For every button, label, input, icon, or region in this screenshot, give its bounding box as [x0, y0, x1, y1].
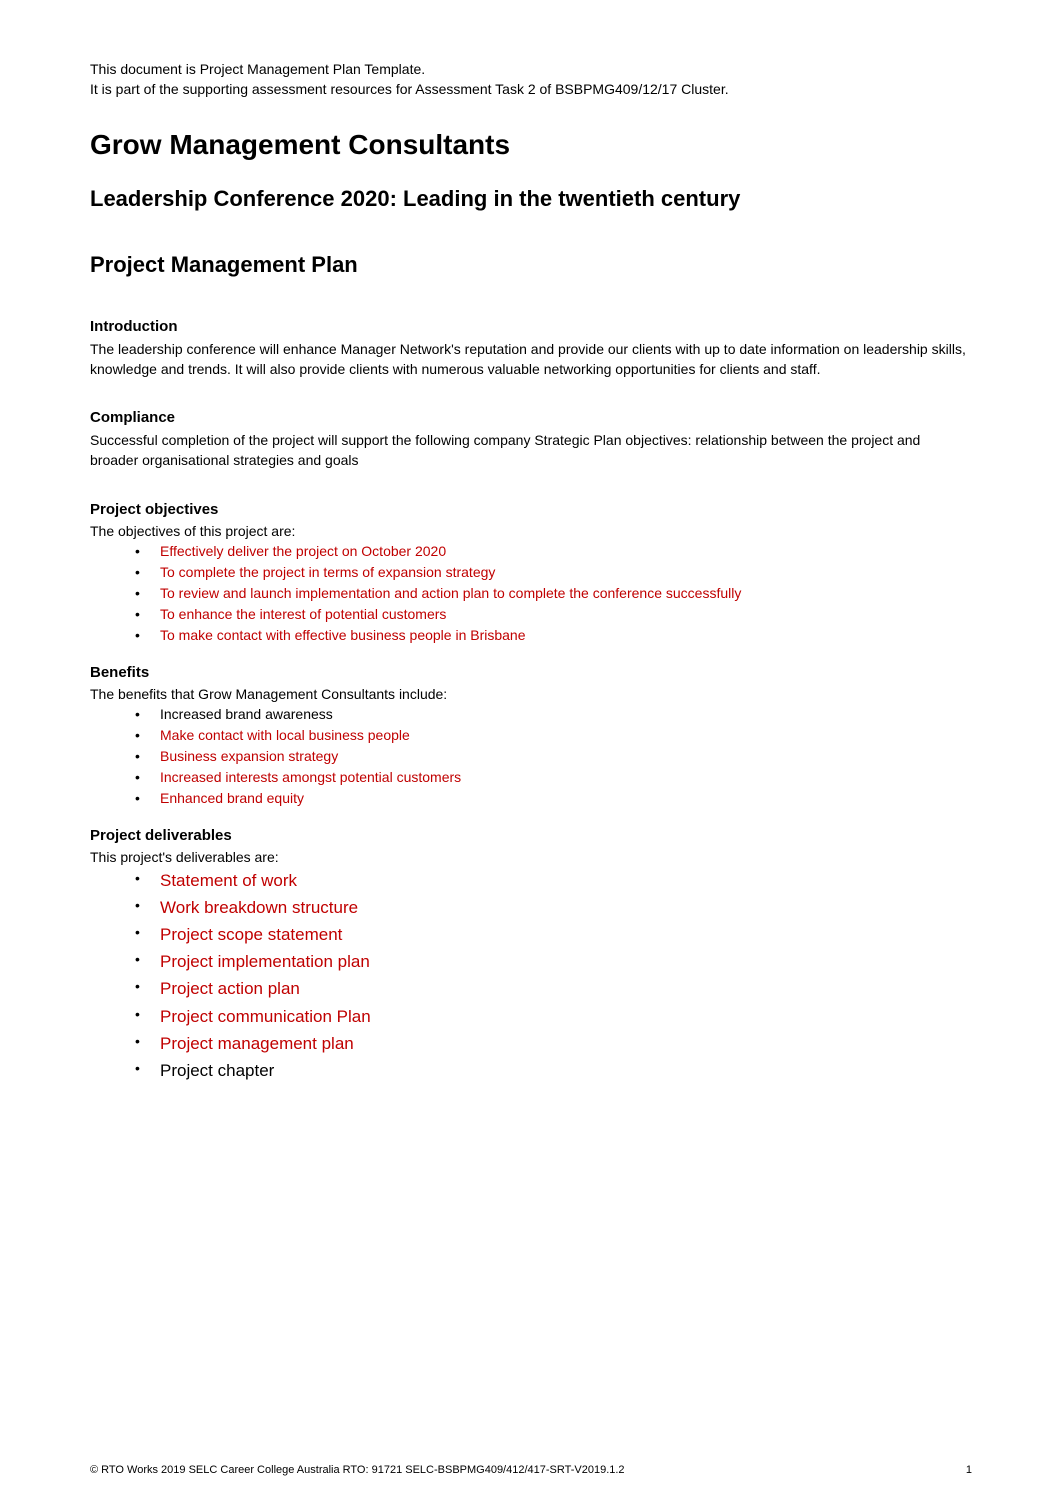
- page-number: 1: [966, 1464, 972, 1476]
- footer: © RTO Works 2019 SELC Career College Aus…: [90, 1464, 972, 1476]
- list-item: Statement of work: [135, 867, 972, 894]
- deliverables-list: Statement of work Work breakdown structu…: [135, 867, 972, 1085]
- benefits-section: Benefits The benefits that Grow Manageme…: [90, 664, 972, 809]
- deliverables-section: Project deliverables This project's deli…: [90, 827, 972, 1085]
- benefits-heading: Benefits: [90, 664, 972, 681]
- list-item: To review and launch implementation and …: [135, 583, 972, 604]
- deliverables-heading: Project deliverables: [90, 827, 972, 844]
- introduction-heading: Introduction: [90, 318, 972, 335]
- list-item: Increased interests amongst potential cu…: [135, 767, 972, 788]
- list-item: Project scope statement: [135, 921, 972, 948]
- list-item: Project implementation plan: [135, 948, 972, 975]
- compliance-body: Successful completion of the project wil…: [90, 431, 972, 470]
- header-note: This document is Project Management Plan…: [90, 60, 972, 99]
- objectives-intro: The objectives of this project are:: [90, 523, 972, 539]
- list-item: Project management plan: [135, 1030, 972, 1057]
- list-item: Project chapter: [135, 1057, 972, 1084]
- introduction-body: The leadership conference will enhance M…: [90, 340, 972, 379]
- list-item: Work breakdown structure: [135, 894, 972, 921]
- list-item: Effectively deliver the project on Octob…: [135, 541, 972, 562]
- compliance-section: Compliance Successful completion of the …: [90, 409, 972, 470]
- sub-title: Leadership Conference 2020: Leading in t…: [90, 186, 972, 212]
- list-item: To enhance the interest of potential cus…: [135, 604, 972, 625]
- footer-left: © RTO Works 2019 SELC Career College Aus…: [90, 1464, 966, 1476]
- objectives-list: Effectively deliver the project on Octob…: [135, 541, 972, 646]
- introduction-section: Introduction The leadership conference w…: [90, 318, 972, 379]
- benefits-list: Increased brand awareness Make contact w…: [135, 704, 972, 809]
- list-item: Project communication Plan: [135, 1003, 972, 1030]
- section-title: Project Management Plan: [90, 252, 972, 278]
- list-item: Project action plan: [135, 975, 972, 1002]
- list-item: Make contact with local business people: [135, 725, 972, 746]
- main-title: Grow Management Consultants: [90, 129, 972, 161]
- header-line-2: It is part of the supporting assessment …: [90, 80, 972, 100]
- list-item: Enhanced brand equity: [135, 788, 972, 809]
- objectives-section: Project objectives The objectives of thi…: [90, 501, 972, 646]
- list-item: Increased brand awareness: [135, 704, 972, 725]
- list-item: To make contact with effective business …: [135, 625, 972, 646]
- deliverables-intro: This project's deliverables are:: [90, 849, 972, 865]
- list-item: To complete the project in terms of expa…: [135, 562, 972, 583]
- header-line-1: This document is Project Management Plan…: [90, 60, 972, 80]
- compliance-heading: Compliance: [90, 409, 972, 426]
- objectives-heading: Project objectives: [90, 501, 972, 518]
- benefits-intro: The benefits that Grow Management Consul…: [90, 686, 972, 702]
- list-item: Business expansion strategy: [135, 746, 972, 767]
